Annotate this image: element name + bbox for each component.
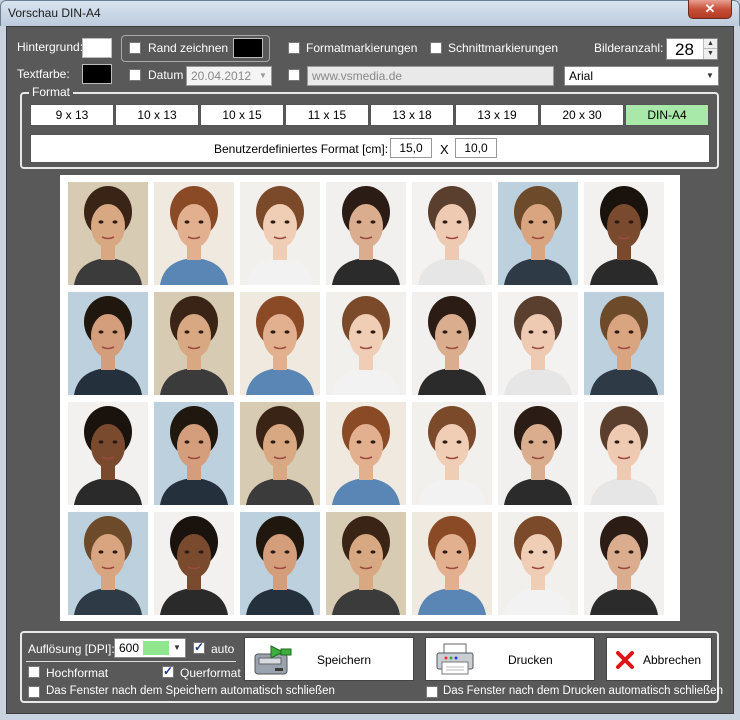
font-select[interactable]: Arial ▼ — [564, 66, 719, 86]
photo-thumbnail — [498, 512, 578, 615]
window-title: Vorschau DIN-A4 — [8, 6, 101, 20]
close-after-save-checkbox[interactable] — [28, 686, 40, 698]
title-bar — [0, 0, 740, 26]
custom-height-input[interactable]: 10,0 — [455, 138, 497, 158]
disk-save-icon — [254, 645, 292, 675]
photo-thumbnail — [498, 182, 578, 285]
divider — [26, 661, 236, 662]
photo-thumbnail — [154, 182, 234, 285]
red-x-icon — [616, 651, 634, 669]
chevron-down-icon: ▼ — [169, 639, 185, 657]
print-button[interactable]: Drucken — [425, 637, 595, 681]
datum-picker[interactable]: 20.04.2012 ▼ — [186, 66, 272, 86]
datum-value: 20.04.2012 — [191, 69, 252, 83]
schnittmarkierungen-checkbox[interactable] — [430, 42, 442, 54]
photo-thumbnail — [154, 402, 234, 505]
format-legend: Format — [29, 85, 74, 99]
font-value: Arial — [569, 69, 594, 83]
datum-label: Datum — [148, 68, 184, 82]
hintergrund-label: Hintergrund: — [17, 40, 84, 54]
save-button-label: Speichern — [317, 653, 372, 667]
bilderanzahl-label: Bilderanzahl: — [594, 41, 664, 55]
cancel-button-label: Abbrechen — [643, 653, 702, 667]
photo-thumbnail — [68, 402, 148, 505]
photo-thumbnail — [154, 292, 234, 395]
photo-thumbnail — [240, 402, 320, 505]
hochformat-label: Hochformat — [46, 666, 109, 680]
bilderanzahl-value: 28 — [675, 40, 694, 59]
hochformat-checkbox[interactable] — [28, 666, 40, 678]
photo-thumbnail — [240, 182, 320, 285]
chevron-down-icon: ▼ — [255, 67, 271, 85]
textfarbe-label: Textfarbe: — [17, 67, 70, 81]
border-color-swatch[interactable] — [233, 38, 263, 58]
dpi-value: 600 — [119, 641, 140, 655]
photo-thumbnail — [498, 402, 578, 505]
spin-down-icon[interactable]: ▼ — [703, 49, 717, 59]
photo-thumbnail — [412, 292, 492, 395]
format-button-11x15[interactable]: 11 x 15 — [285, 104, 369, 126]
text-color-swatch[interactable] — [82, 64, 112, 84]
spin-up-icon[interactable]: ▲ — [703, 39, 717, 49]
chevron-down-icon: ▼ — [702, 67, 718, 85]
photo-thumbnail — [326, 182, 406, 285]
format-button-13x19[interactable]: 13 x 19 — [455, 104, 539, 126]
format-button-20x30[interactable]: 20 x 30 — [540, 104, 624, 126]
photo-thumbnail — [412, 182, 492, 285]
custom-format-label: Benutzerdefiniertes Format [cm]: — [214, 142, 389, 156]
auto-label: auto — [211, 642, 235, 656]
photo-thumbnail — [584, 402, 664, 505]
photo-thumbnail — [240, 512, 320, 615]
photo-thumbnail — [412, 512, 492, 615]
url-value: www.vsmedia.de — [312, 69, 403, 83]
background-color-swatch[interactable] — [82, 38, 112, 58]
formatmarkierungen-label: Formatmarkierungen — [306, 41, 418, 55]
photo-thumbnail — [584, 182, 664, 285]
bilderanzahl-spinner[interactable]: 28 ▲ ▼ — [666, 38, 718, 60]
photo-thumbnail — [68, 292, 148, 395]
formatmarkierungen-checkbox[interactable] — [288, 42, 300, 54]
photo-thumbnail — [498, 292, 578, 395]
close-after-print-checkbox[interactable] — [426, 686, 438, 698]
querformat-label: Querformat — [180, 666, 241, 680]
auto-checkbox[interactable] — [193, 640, 205, 654]
photo-thumbnail — [326, 402, 406, 505]
format-button-din-a4[interactable]: DIN-A4 — [625, 104, 709, 126]
querformat-checkbox[interactable] — [162, 664, 174, 678]
photo-thumbnail — [326, 292, 406, 395]
photo-thumbnail — [326, 512, 406, 615]
photo-thumbnail — [584, 292, 664, 395]
printer-icon — [436, 643, 474, 675]
schnittmarkierungen-label: Schnittmarkierungen — [448, 41, 559, 55]
photo-thumbnail — [412, 402, 492, 505]
format-button-10x13[interactable]: 10 x 13 — [115, 104, 199, 126]
datum-checkbox[interactable] — [129, 69, 141, 81]
photo-thumbnail — [68, 182, 148, 285]
custom-width-input[interactable]: 15,0 — [390, 138, 432, 158]
custom-x-label: X — [440, 142, 449, 157]
url-field[interactable]: www.vsmedia.de — [307, 66, 554, 86]
close-after-save-label: Das Fenster nach dem Speichern automatis… — [46, 685, 335, 697]
photo-thumbnail — [584, 512, 664, 615]
dpi-select[interactable]: 600 ▼ — [114, 638, 186, 658]
window-close-button[interactable]: ✕ — [688, 0, 732, 19]
dpi-highlight — [143, 641, 169, 655]
photo-thumbnail — [154, 512, 234, 615]
format-button-10x15[interactable]: 10 x 15 — [200, 104, 284, 126]
rand-checkbox[interactable] — [129, 42, 141, 54]
url-checkbox[interactable] — [288, 69, 300, 81]
save-button[interactable]: Speichern — [244, 637, 414, 681]
aufloesung-label: Auflösung [DPI]: — [28, 642, 115, 656]
close-after-print-label: Das Fenster nach dem Drucken automatisch… — [443, 685, 723, 697]
format-button-13x18[interactable]: 13 x 18 — [370, 104, 454, 126]
cancel-button[interactable]: Abbrechen — [606, 637, 712, 681]
rand-label: Rand zeichnen — [148, 41, 229, 55]
photo-thumbnail — [240, 292, 320, 395]
photo-thumbnail — [68, 512, 148, 615]
format-button-9x13[interactable]: 9 x 13 — [30, 104, 114, 126]
print-button-label: Drucken — [508, 653, 553, 667]
